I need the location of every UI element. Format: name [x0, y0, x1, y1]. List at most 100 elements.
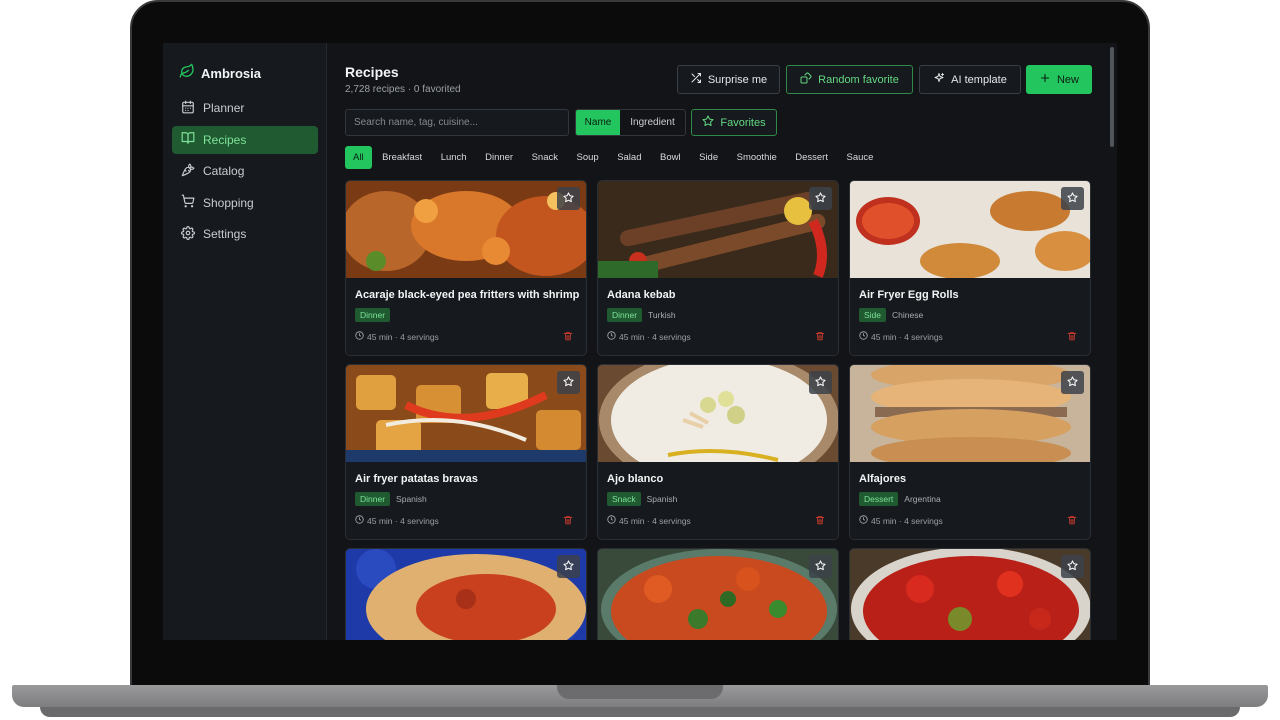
category-chip-dinner[interactable]: Dinner [477, 146, 521, 169]
category-badge: Snack [607, 492, 641, 506]
recipe-meta: 45 min · 4 servings [355, 331, 439, 342]
brand[interactable]: Ambrosia [179, 63, 261, 84]
sidebar: Ambrosia Planner Recipes Catalog Shoppin… [163, 43, 327, 640]
favorite-toggle[interactable] [557, 555, 580, 578]
surprise-me-button[interactable]: Surprise me [677, 65, 780, 94]
recipe-photo [850, 549, 1090, 640]
clock-icon [859, 515, 868, 526]
sidebar-item-label: Planner [203, 101, 245, 115]
category-badge: Side [859, 308, 887, 322]
recipe-time-servings: 45 min · 4 servings [619, 515, 691, 526]
star-icon [815, 558, 826, 576]
recipe-card[interactable] [597, 548, 839, 640]
recipe-photo [598, 549, 838, 640]
search-mode-name[interactable]: Name [576, 110, 620, 135]
delete-recipe-button[interactable] [815, 331, 825, 341]
category-chip-sauce[interactable]: Sauce [838, 146, 881, 169]
ai-template-button[interactable]: AI template [919, 65, 1021, 94]
star-icon [563, 558, 574, 576]
recipe-photo [346, 365, 586, 462]
sidebar-nav: Planner Recipes Catalog Shopping Setting… [172, 94, 318, 252]
sidebar-item-recipes[interactable]: Recipes [172, 125, 318, 154]
favorite-toggle[interactable] [809, 555, 832, 578]
star-icon [1067, 558, 1078, 576]
category-chip-smoothie[interactable]: Smoothie [729, 146, 785, 169]
category-chip-all[interactable]: All [345, 146, 372, 169]
category-chip-soup[interactable]: Soup [569, 146, 607, 169]
recipe-card[interactable]: Air Fryer Egg Rolls Side Chinese 45 min … [849, 180, 1091, 356]
dice-icon [800, 72, 812, 87]
sidebar-item-label: Shopping [203, 195, 254, 210]
recipe-card[interactable]: Alfajores Dessert Argentina 45 min · 4 s… [849, 364, 1091, 540]
recipe-photo [850, 365, 1090, 462]
cuisine-label: Spanish [646, 494, 678, 504]
recipe-card[interactable] [345, 548, 587, 640]
favorite-toggle[interactable] [1061, 187, 1084, 210]
recipe-title: Air fryer patatas bravas [355, 473, 478, 485]
favorite-toggle[interactable] [1061, 555, 1084, 578]
recipe-tags: Snack Spanish [607, 492, 677, 506]
recipe-tags: Dinner [355, 308, 391, 322]
star-icon [815, 190, 826, 208]
delete-recipe-button[interactable] [1067, 515, 1077, 525]
recipe-card[interactable] [849, 548, 1091, 640]
scrollbar[interactable] [1110, 47, 1114, 147]
category-chip-snack[interactable]: Snack [524, 146, 566, 169]
favorite-toggle[interactable] [1061, 371, 1084, 394]
clock-icon [607, 331, 616, 342]
sidebar-item-catalog[interactable]: Catalog [172, 157, 318, 185]
recipe-photo [346, 549, 586, 640]
recipe-photo [850, 181, 1090, 278]
recipe-tags: Dinner Spanish [355, 492, 427, 506]
sparkles-icon [933, 72, 945, 87]
category-chip-lunch[interactable]: Lunch [433, 146, 475, 169]
recipe-card[interactable]: Ajo blanco Snack Spanish 45 min · 4 serv… [597, 364, 839, 540]
recipe-card[interactable]: Air fryer patatas bravas Dinner Spanish … [345, 364, 587, 540]
trash-icon [563, 331, 573, 341]
recipe-tags: Side Chinese [859, 308, 923, 322]
search-mode-toggle: Name Ingredient [575, 109, 686, 136]
favorite-toggle[interactable] [809, 187, 832, 210]
delete-recipe-button[interactable] [563, 515, 573, 525]
favorite-toggle[interactable] [557, 371, 580, 394]
star-icon [815, 374, 826, 392]
shuffle-icon [690, 72, 702, 87]
delete-recipe-button[interactable] [1067, 331, 1077, 341]
delete-recipe-button[interactable] [815, 515, 825, 525]
calendar-icon [181, 100, 195, 117]
search-input[interactable] [345, 109, 569, 136]
star-icon [1067, 190, 1078, 208]
recipe-meta: 45 min · 4 servings [859, 331, 943, 342]
recipe-photo [598, 181, 838, 278]
new-recipe-button[interactable]: New [1026, 65, 1092, 94]
favorite-toggle[interactable] [809, 371, 832, 394]
favorite-toggle[interactable] [557, 187, 580, 210]
surprise-me-label: Surprise me [707, 73, 768, 86]
sidebar-item-settings[interactable]: Settings [172, 220, 318, 248]
category-chip-breakfast[interactable]: Breakfast [374, 146, 430, 169]
recipe-meta: 45 min · 4 servings [607, 515, 691, 526]
recipe-photo [598, 365, 838, 462]
sidebar-item-planner[interactable]: Planner [172, 94, 318, 122]
main-content: Recipes 2,728 recipes · 0 favorited Surp… [328, 43, 1117, 640]
search-mode-ingredient[interactable]: Ingredient [620, 110, 685, 135]
favorites-filter-button[interactable]: Favorites [691, 109, 777, 136]
category-chip-dessert[interactable]: Dessert [787, 146, 836, 169]
category-chip-salad[interactable]: Salad [609, 146, 649, 169]
category-chip-bowl[interactable]: Bowl [652, 146, 689, 169]
cuisine-label: Turkish [648, 310, 676, 320]
trash-icon [815, 331, 825, 341]
category-chip-side[interactable]: Side [691, 146, 726, 169]
delete-recipe-button[interactable] [563, 331, 573, 341]
category-badge: Dinner [355, 492, 391, 506]
category-badge: Dinner [607, 308, 643, 322]
recipe-time-servings: 45 min · 4 servings [619, 331, 691, 342]
recipe-card[interactable]: Adana kebab Dinner Turkish 45 min · 4 se… [597, 180, 839, 356]
app-screen: Ambrosia Planner Recipes Catalog Shoppin… [163, 43, 1117, 640]
clock-icon [355, 515, 364, 526]
random-favorite-button[interactable]: Random favorite [786, 65, 913, 94]
sidebar-item-shopping[interactable]: Shopping [172, 189, 318, 217]
star-icon [563, 190, 574, 208]
recipe-card[interactable]: Acaraje black-eyed pea fritters with shr… [345, 180, 587, 356]
recipe-tags: Dessert Argentina [859, 492, 941, 506]
